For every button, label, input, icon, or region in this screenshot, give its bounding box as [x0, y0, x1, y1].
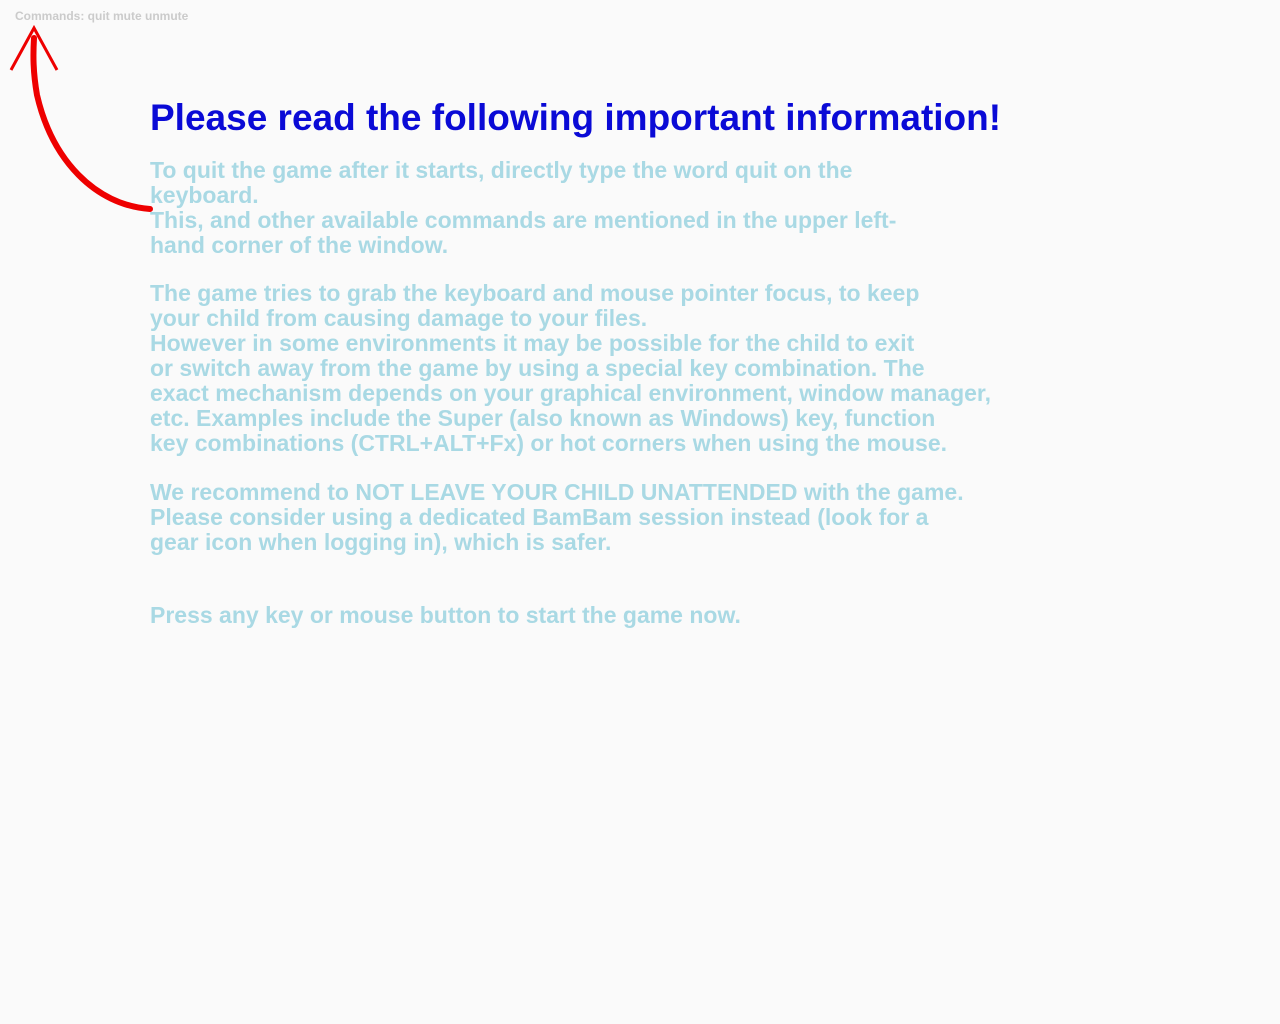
text-line: This, and other available commands are m… — [150, 207, 897, 233]
curved-arrow-icon — [9, 24, 153, 212]
quit-instructions: To quit the game after it starts, direct… — [150, 158, 1260, 258]
text-line: exact mechanism depends on your graphica… — [150, 380, 991, 406]
text-line: We recommend to NOT LEAVE YOUR CHILD UNA… — [150, 479, 964, 505]
text-line: or switch away from the game by using a … — [150, 355, 925, 381]
text-line: Please consider using a dedicated BamBam… — [150, 504, 929, 530]
text-line: Press any key or mouse button to start t… — [150, 602, 741, 628]
text-line: etc. Examples include the Super (also kn… — [150, 405, 936, 431]
text-line: your child from causing damage to your f… — [150, 305, 648, 331]
text-line: hand corner of the window. — [150, 232, 449, 258]
info-content: Please read the following important info… — [150, 96, 1260, 628]
text-line: gear icon when logging in), which is saf… — [150, 529, 612, 555]
text-line: However in some environments it may be p… — [150, 330, 915, 356]
focus-warning: The game tries to grab the keyboard and … — [150, 281, 1260, 456]
page-title: Please read the following important info… — [150, 97, 1002, 138]
text-line: To quit the game after it starts, direct… — [150, 157, 853, 183]
supervision-recommendation: We recommend to NOT LEAVE YOUR CHILD UNA… — [150, 480, 1260, 555]
text-line: The game tries to grab the keyboard and … — [150, 280, 920, 306]
text-line: key combinations (CTRL+ALT+Fx) or hot co… — [150, 430, 948, 456]
text-line: keyboard. — [150, 182, 259, 208]
start-prompt: Press any key or mouse button to start t… — [150, 603, 1260, 628]
